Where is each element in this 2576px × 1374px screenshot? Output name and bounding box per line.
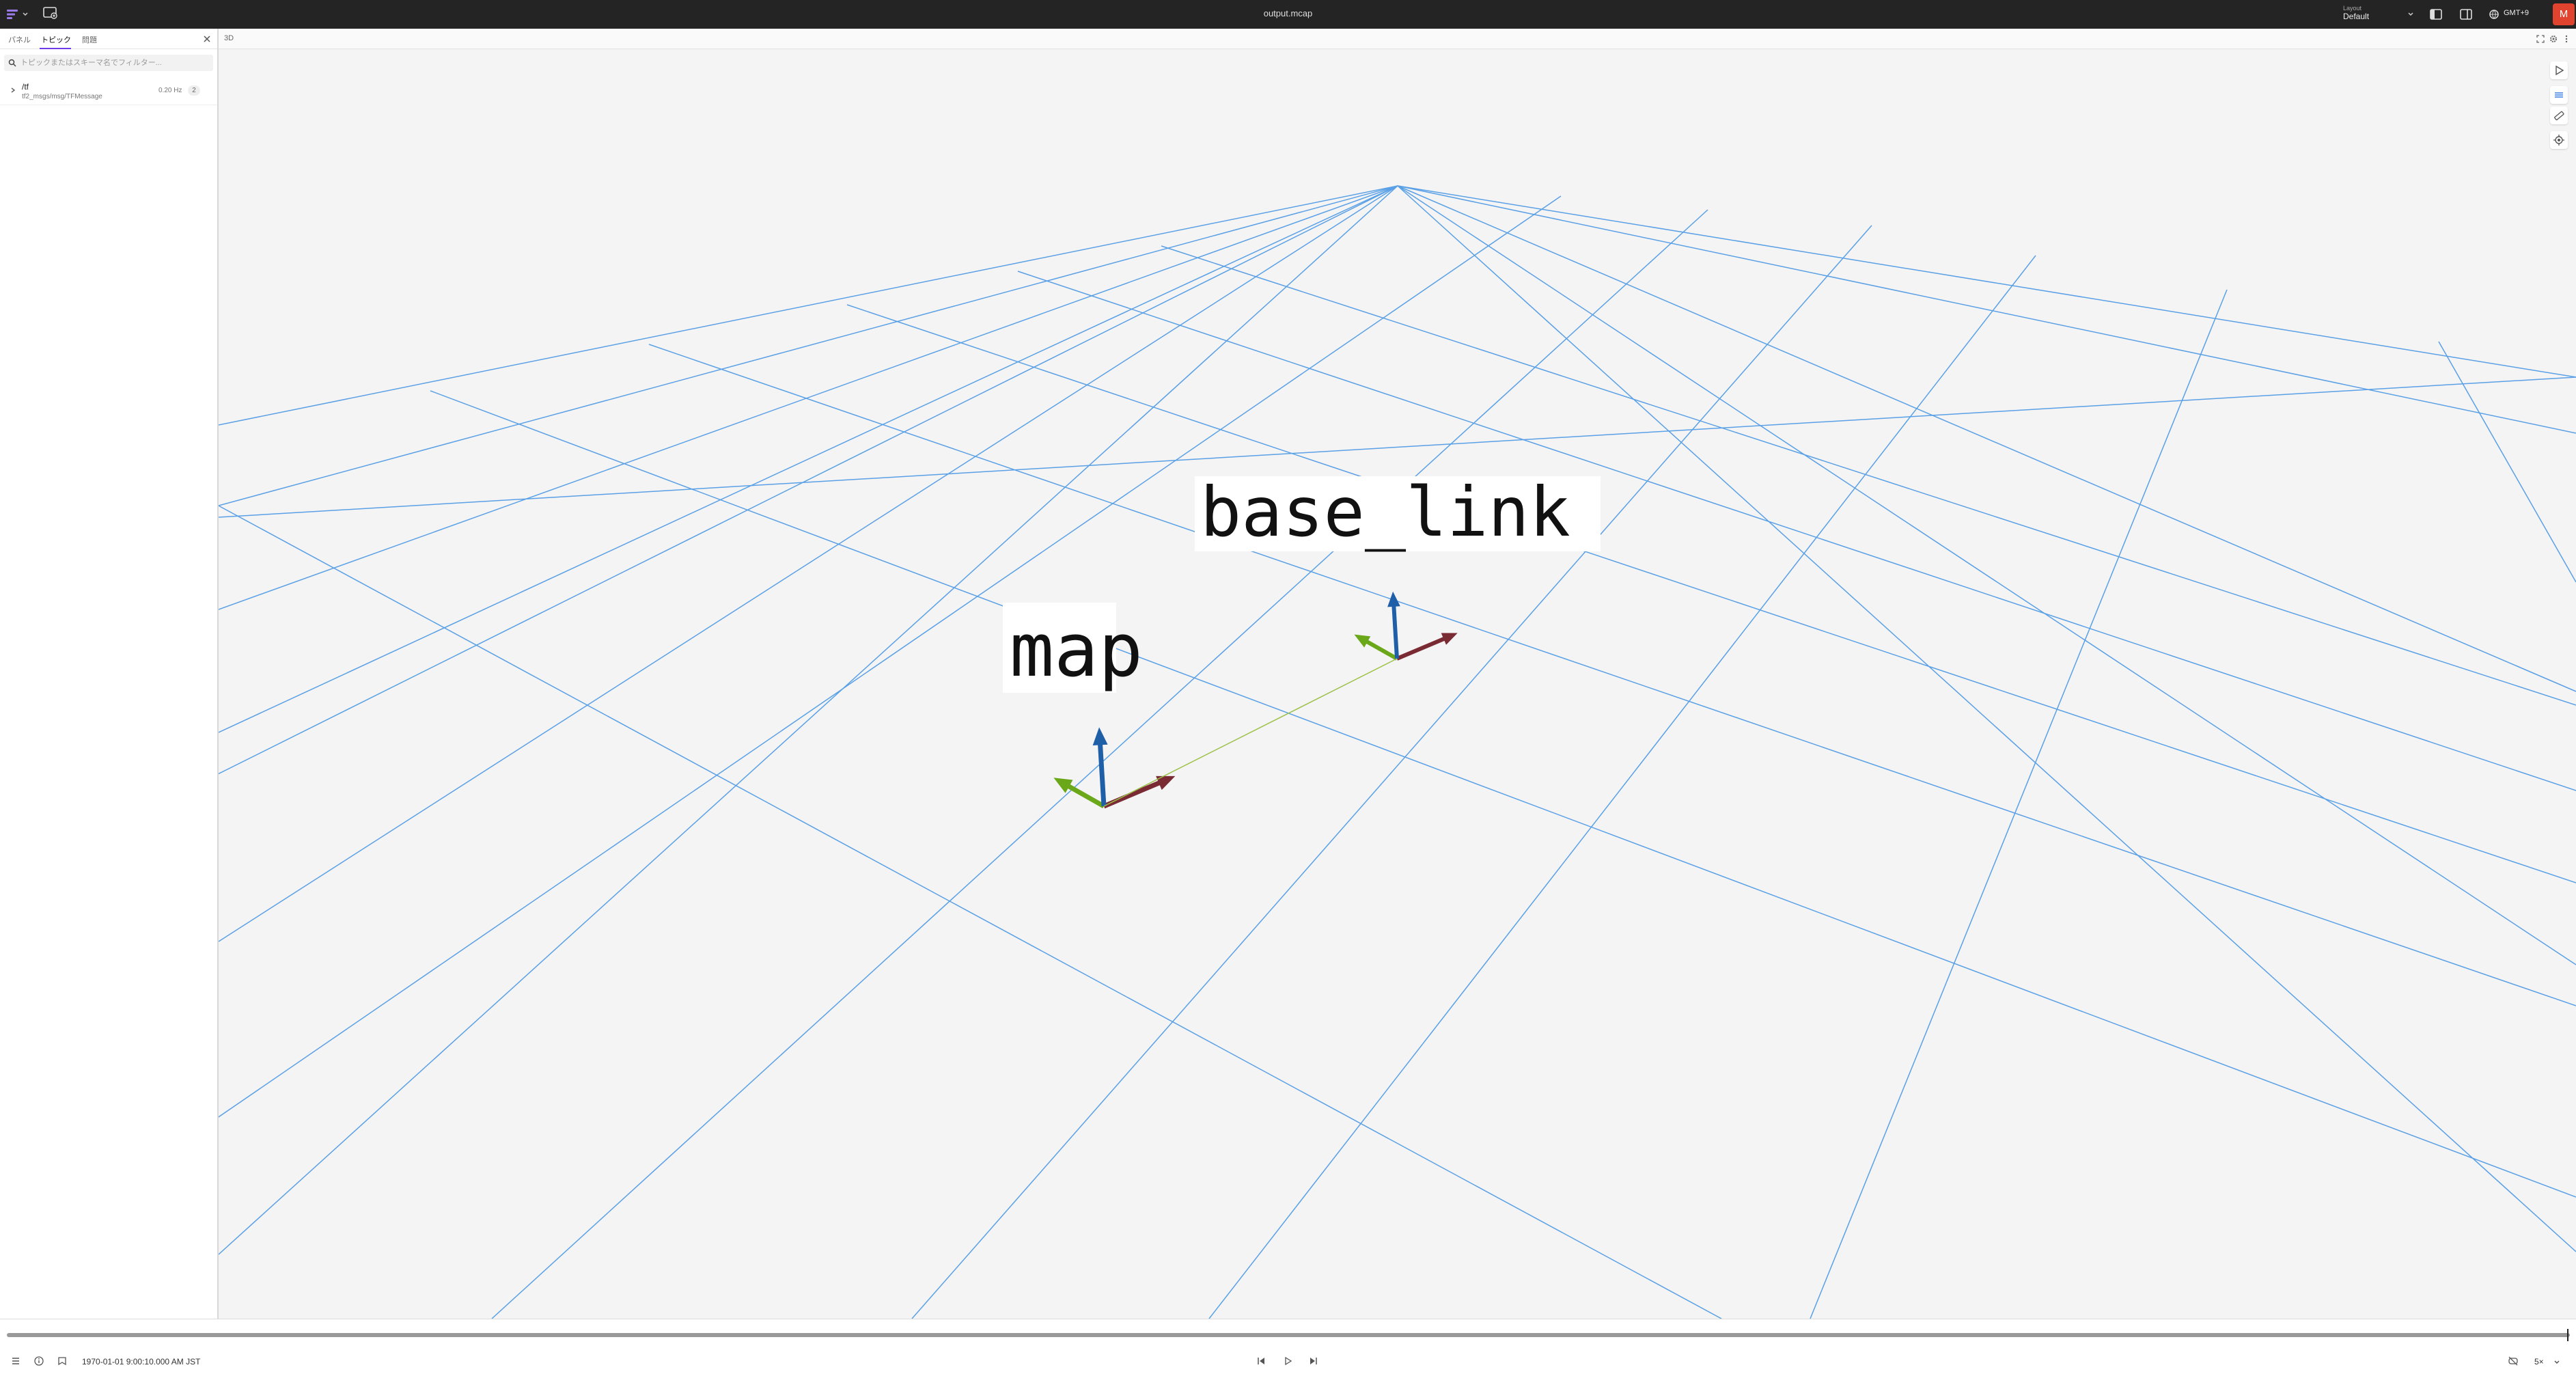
frame-label-map-text: map: [1010, 608, 1143, 693]
3d-viewport[interactable]: map base_link: [219, 49, 2576, 1319]
search-icon: [8, 59, 16, 67]
topic-message-count: 2: [188, 85, 200, 96]
frame-label-base-link-text: base_link: [1200, 472, 1570, 552]
ground-grid: [219, 185, 2576, 1319]
playback-bar: 1970-01-01 9:00:10.000 AM JST 5×: [0, 1319, 2576, 1374]
skip-forward-icon: [1310, 1358, 1317, 1364]
z-axis-arrow-head: [1387, 591, 1400, 607]
chevron-right-icon[interactable]: [10, 87, 16, 94]
close-sidebar-button[interactable]: [202, 34, 212, 44]
z-axis-arrow-head: [1092, 727, 1108, 746]
info-icon: [34, 1356, 44, 1366]
list-icon: [12, 1358, 19, 1364]
x-axis-arrow: [1396, 634, 1450, 661]
chevron-down-icon: [2408, 12, 2413, 16]
grid-line: [1208, 255, 2036, 1319]
topic-frequency: 0.20 Hz: [158, 87, 182, 94]
topic-name: /tf: [22, 82, 29, 92]
grid-line: [1397, 185, 2576, 378]
grid-line: [911, 225, 1872, 1319]
loop-icon: [2508, 1356, 2518, 1366]
timezone-label[interactable]: GMT+9: [2504, 9, 2529, 17]
select-tool-button[interactable]: [2550, 61, 2568, 79]
playback-scrubber[interactable]: [7, 1333, 2570, 1337]
settings-icon: [2550, 36, 2557, 42]
left-sidebar-toggle[interactable]: [2428, 7, 2443, 22]
bookmark-button[interactable]: [56, 1355, 68, 1367]
file-title: output.mcap: [1263, 8, 1313, 18]
sidebar-tabs: パネル トピック 問題: [0, 29, 217, 49]
grid-line: [219, 505, 1722, 1319]
layers-icon: [2555, 92, 2563, 98]
bookmark-icon: [58, 1357, 66, 1366]
skip-back-icon: [1258, 1358, 1264, 1364]
grid-line: [219, 185, 1398, 426]
grid-line: [219, 185, 1398, 733]
grid-line: [1397, 185, 2576, 434]
events-button[interactable]: [10, 1355, 22, 1367]
topic-search-input[interactable]: [20, 57, 209, 68]
chevron-down-icon[interactable]: [2553, 1359, 2560, 1366]
user-avatar[interactable]: M: [2553, 3, 2575, 25]
grid-line: [648, 344, 2576, 1006]
crosshair-icon: [2553, 135, 2564, 146]
transform-link-line: [1103, 658, 1398, 807]
more-icon: [2565, 35, 2568, 43]
panel-header: 3D: [219, 29, 2576, 49]
x-axis-arrow: [1103, 778, 1167, 809]
frame-map-axes: [1053, 727, 1176, 809]
layout-value: Default: [2343, 12, 2370, 21]
right-sidebar-icon: [2460, 9, 2472, 20]
grid-line: [2438, 341, 2576, 583]
grid-line: [1397, 185, 2576, 965]
grid-line: [219, 185, 1398, 942]
select-tool-icon: [2556, 65, 2564, 76]
close-icon: [204, 36, 210, 42]
layers-button[interactable]: [2550, 86, 2568, 104]
frame-label-base-link: base_link: [1195, 472, 1601, 552]
grid-line: [219, 195, 1562, 1118]
tab-problems[interactable]: 問題: [82, 34, 97, 45]
grid-line: [1397, 185, 2576, 1252]
z-axis-arrow: [1097, 737, 1107, 807]
loop-toggle-button[interactable]: [2507, 1355, 2519, 1367]
panel-more-button[interactable]: [2562, 34, 2571, 44]
fullscreen-icon: [2536, 35, 2545, 43]
3d-tools-toolbar: [2547, 61, 2571, 164]
fullscreen-button[interactable]: [2536, 34, 2545, 44]
z-axis-arrow: [1391, 600, 1399, 659]
publish-point-button[interactable]: [2550, 131, 2568, 149]
frame-base-link-axes: [1354, 591, 1458, 661]
topic-search: [4, 55, 213, 71]
ruler-icon: [2554, 111, 2564, 121]
frame-label-map: map: [1003, 603, 1143, 693]
grid-line: [1397, 185, 2576, 692]
active-tab-indicator: [40, 48, 71, 49]
left-sidebar-icon: [2430, 9, 2442, 20]
topic-row[interactable]: /tf tf2_msgs/msg/TFMessage 0.20 Hz 2: [0, 77, 217, 105]
play-icon: [1285, 1356, 1292, 1366]
panel-settings-button[interactable]: [2549, 34, 2558, 44]
tab-panels[interactable]: パネル: [8, 34, 31, 45]
panel-title[interactable]: 3D: [224, 34, 234, 42]
playback-time[interactable]: 1970-01-01 9:00:10.000 AM JST: [82, 1357, 200, 1366]
left-sidebar: パネル トピック 問題 /tf tf2_msgs/msg/TFMessage 0…: [0, 29, 219, 1319]
measure-tool-button[interactable]: [2550, 107, 2568, 124]
topic-schema: tf2_msgs/msg/TFMessage: [22, 93, 102, 100]
app-bar: output.mcap Layout Default GMT+9 M: [0, 0, 2576, 29]
seek-forward-button[interactable]: [1307, 1355, 1320, 1367]
play-button[interactable]: [1282, 1355, 1294, 1367]
3d-panel: 3D map base_link: [219, 29, 2576, 1319]
globe-icon: [2489, 10, 2499, 19]
data-source-info-button[interactable]: [33, 1355, 45, 1367]
right-sidebar-toggle[interactable]: [2459, 7, 2474, 22]
grid-line: [846, 304, 2576, 883]
scrubber-handle[interactable]: [2567, 1329, 2568, 1341]
playback-speed-selector[interactable]: 5×: [2534, 1357, 2544, 1366]
layout-selector[interactable]: Layout Default: [2343, 4, 2414, 25]
grid-line: [1810, 289, 2228, 1319]
timezone-button[interactable]: [2489, 7, 2502, 22]
seek-backward-button[interactable]: [1255, 1355, 1267, 1367]
tab-topics[interactable]: トピック: [41, 34, 71, 45]
